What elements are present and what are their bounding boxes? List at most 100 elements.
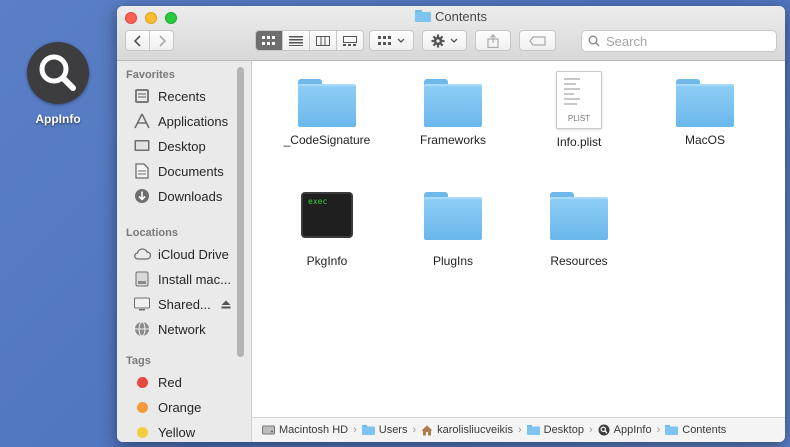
window-title-text: Contents <box>434 9 488 24</box>
path-item-macintosh-hd[interactable]: Macintosh HD <box>262 424 348 436</box>
file-item-macos[interactable]: MacOS <box>642 79 768 147</box>
path-separator: › <box>517 424 522 436</box>
folder-icon <box>526 425 540 435</box>
sidebar-item-label: Shared... <box>158 296 211 312</box>
sidebar-scrollbar[interactable] <box>237 67 244 357</box>
folder-icon <box>676 79 734 127</box>
chevron-left-icon <box>133 34 141 47</box>
path-item-desktop[interactable]: Desktop <box>526 424 584 436</box>
sidebar-item-install-mac[interactable]: Install mac... <box>133 269 231 289</box>
desktop-icon-label: AppInfo <box>35 112 81 126</box>
folder-icon <box>424 192 482 240</box>
folder-icon <box>361 425 375 435</box>
sidebar-item-label: Desktop <box>158 138 206 154</box>
path-item-label: Users <box>378 424 408 436</box>
back-button[interactable] <box>125 30 150 51</box>
file-name: Info.plist <box>556 135 602 149</box>
folder-icon <box>424 79 482 127</box>
path-item-home[interactable]: karolisliucveikis <box>421 424 513 436</box>
file-item-plugins[interactable]: PlugIns <box>390 192 516 268</box>
path-item-contents[interactable]: Contents <box>665 424 726 436</box>
sidebar-tag-yellow[interactable]: Yellow <box>133 422 195 442</box>
plist-file-icon: PLIST <box>556 71 602 129</box>
file-item-info-plist[interactable]: PLIST Info.plist <box>516 71 642 149</box>
path-separator: › <box>588 424 593 436</box>
path-separator: › <box>412 424 417 436</box>
list-view-button[interactable] <box>283 31 310 50</box>
sidebar-item-label: Yellow <box>158 424 196 440</box>
tag-color-dot <box>137 376 148 388</box>
sidebar-item-label: Install mac... <box>158 271 231 287</box>
sidebar-item-applications[interactable]: Applications <box>133 111 228 131</box>
file-name: PkgInfo <box>306 254 348 268</box>
path-item-label: AppInfo <box>613 424 652 436</box>
chevron-down-icon <box>450 38 458 43</box>
search-input[interactable] <box>604 32 768 50</box>
path-item-label: Desktop <box>543 424 584 436</box>
group-icon <box>378 35 391 45</box>
sidebar-item-label: Network <box>158 321 206 337</box>
folder-icon <box>550 192 608 240</box>
folder-icon <box>414 10 431 25</box>
share-button[interactable] <box>475 30 511 51</box>
sidebar-item-downloads[interactable]: Downloads <box>133 186 222 206</box>
share-icon <box>487 33 499 48</box>
path-separator: › <box>656 424 661 436</box>
search-field[interactable] <box>581 30 777 52</box>
applications-icon <box>133 112 151 130</box>
path-item-label: Macintosh HD <box>279 424 349 436</box>
action-button[interactable] <box>422 30 467 51</box>
sidebar-tag-red[interactable]: Red <box>133 372 182 392</box>
sidebar-item-label: Downloads <box>158 188 223 204</box>
file-browser: _CodeSignature Frameworks PLIST Info.pli… <box>252 61 785 417</box>
chevron-right-icon <box>158 34 166 47</box>
sidebar-item-documents[interactable]: Documents <box>133 161 224 181</box>
group-button[interactable] <box>369 30 414 51</box>
tags-header: Tags <box>126 355 151 367</box>
sidebar-item-label: iCloud Drive <box>158 246 229 262</box>
clock-icon <box>133 87 151 105</box>
sidebar-item-recents[interactable]: Recents <box>133 86 206 106</box>
tag-color-dot <box>137 401 148 413</box>
file-name: Resources <box>550 254 608 268</box>
path-item-users[interactable]: Users <box>361 424 408 436</box>
file-name: MacOS <box>684 133 725 147</box>
path-item-appinfo[interactable]: AppInfo <box>598 424 652 436</box>
desktop-app-icon[interactable]: AppInfo <box>24 42 92 126</box>
sidebar-tag-orange[interactable]: Orange <box>133 397 201 417</box>
finder-window: Contents Search Favorites Recents Applic… <box>117 6 785 442</box>
sidebar-item-shared[interactable]: Shared... <box>133 294 231 314</box>
favorites-header: Favorites <box>126 69 175 81</box>
file-item-codesignature[interactable]: _CodeSignature <box>264 79 390 147</box>
download-icon <box>133 187 151 205</box>
file-item-resources[interactable]: Resources <box>516 192 642 268</box>
eject-icon[interactable] <box>221 300 231 309</box>
gallery-view-button[interactable] <box>337 31 363 50</box>
file-item-frameworks[interactable]: Frameworks <box>390 79 516 147</box>
toolbar: Contents <box>117 6 785 61</box>
path-item-label: karolisliucveikis <box>437 424 513 436</box>
chevron-down-icon <box>397 38 405 43</box>
disk-icon <box>133 270 151 288</box>
display-icon <box>133 295 151 313</box>
file-name: _CodeSignature <box>283 133 371 147</box>
list-icon <box>289 35 303 46</box>
tag-button[interactable] <box>519 30 556 51</box>
path-item-label: Contents <box>682 424 727 436</box>
plist-badge: PLIST <box>567 114 591 123</box>
home-icon <box>421 425 433 436</box>
gear-icon <box>431 34 445 47</box>
icon-view-button[interactable] <box>256 31 283 50</box>
tag-color-dot <box>137 426 148 438</box>
sidebar-item-network[interactable]: Network <box>133 319 206 339</box>
cloud-icon <box>133 245 151 263</box>
hard-drive-icon <box>262 425 275 435</box>
column-view-button[interactable] <box>310 31 337 50</box>
file-item-pkginfo[interactable]: exec PkgInfo <box>264 192 390 268</box>
locations-header: Locations <box>126 227 178 239</box>
sidebar-item-icloud[interactable]: iCloud Drive <box>133 244 229 264</box>
file-name: PlugIns <box>432 254 474 268</box>
forward-button[interactable] <box>149 30 174 51</box>
view-mode-control[interactable] <box>255 30 364 51</box>
sidebar-item-desktop[interactable]: Desktop <box>133 136 206 156</box>
